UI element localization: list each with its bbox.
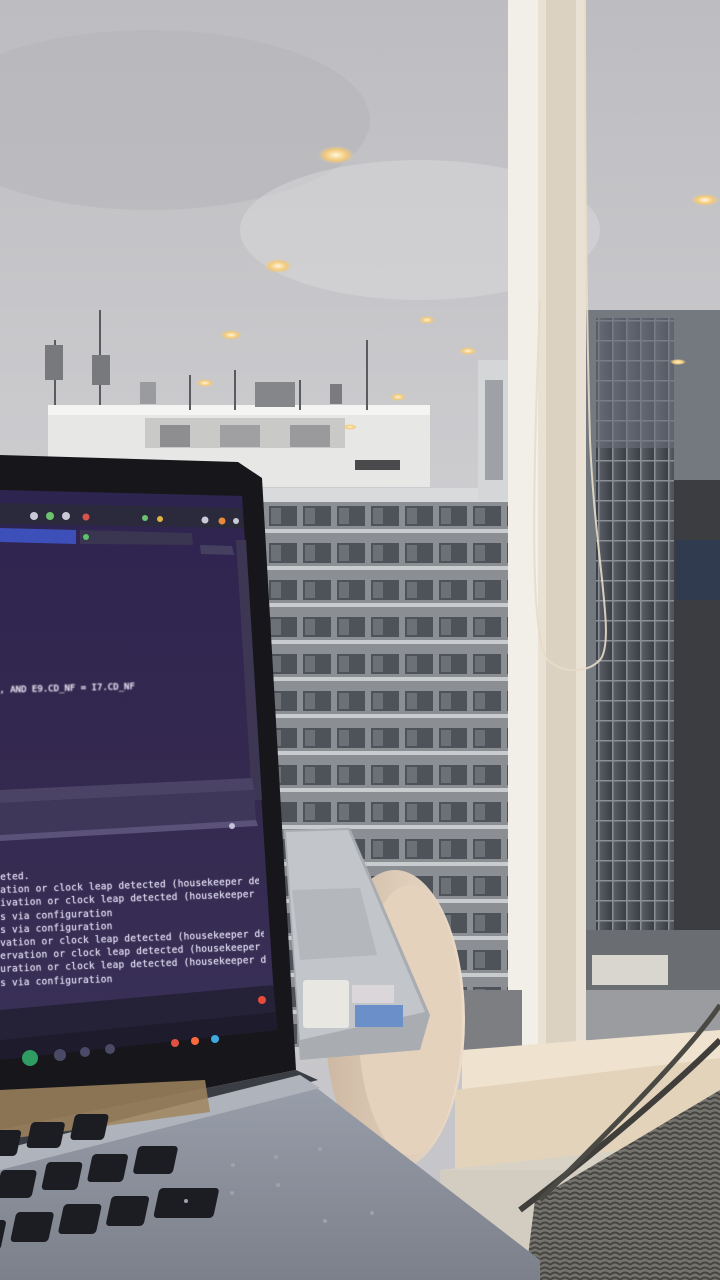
photo-illustration [0,0,720,1280]
photo-scene: s, AND E9.CD_NF = I7.CD_NF eted. ation or… [0,0,720,1280]
